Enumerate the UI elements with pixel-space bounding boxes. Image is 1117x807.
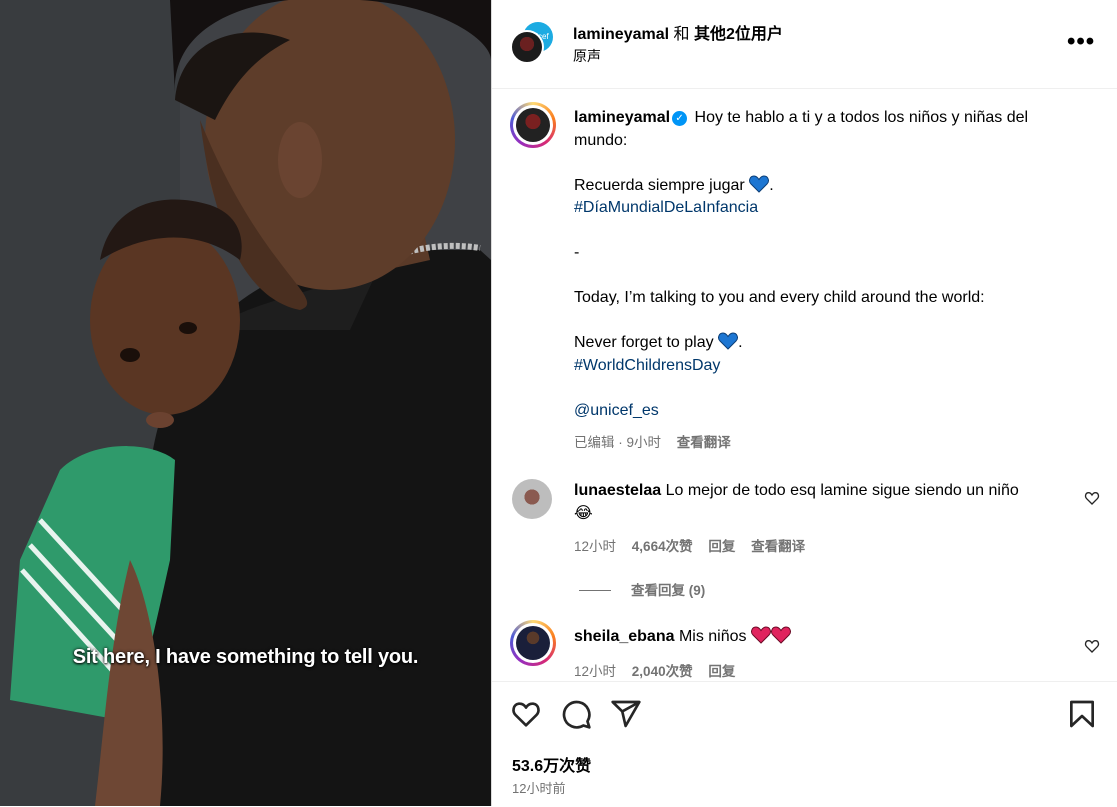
comment-lunaestelaa: lunaestelaa Lo mejor de todo esq lamine … [574,480,1074,525]
post-timestamp[interactable]: 12小时前 [512,778,565,797]
like-heart-icon[interactable] [510,698,542,730]
replies-divider-line [579,590,611,591]
comment-time: 12小时 [574,664,617,679]
comment-avatar-lunaestelaa[interactable] [512,479,552,519]
comment-text: Lo mejor de todo esq lamine sigue siendo… [665,482,1019,499]
video-frame-illustration [0,0,491,806]
header-with-text: 和 [673,26,690,43]
save-bookmark-icon[interactable] [1066,698,1098,730]
hashtag-world-childrens-day[interactable]: #WorldChildrensDay [574,355,1074,378]
red-heart-icon [771,626,791,644]
comment-likes[interactable]: 4,664次赞 [632,539,693,554]
verified-badge-icon: ✓ [672,111,688,126]
post-caption: lamineyamal ✓ Hoy te hablo a ti y a todos… [574,107,1074,422]
author-avatar-small[interactable] [510,30,544,64]
hashtag-dia-mundial[interactable]: #DíaMundialDeLaInfancia [574,197,1074,220]
comment-like-heart-icon[interactable] [1084,490,1100,506]
comment-translate-link[interactable]: 查看翻译 [751,539,805,554]
comment-like-heart-icon[interactable] [1084,638,1100,654]
view-replies-label: 查看回复 (9) [631,583,706,598]
post-video[interactable]: Sit here, I have something to tell you. [0,0,491,806]
comment-text: Mis niños [678,628,747,645]
blue-heart-icon [718,332,739,350]
caption-meta: 已编辑 · 9小时 查看翻译 [574,431,743,451]
caption-author-link[interactable]: lamineyamal [574,109,670,126]
comments-scroll-area[interactable]: lamineyamal ✓ Hoy te hablo a ti y a todos… [492,89,1117,681]
header-author-link[interactable]: lamineyamal [573,26,669,43]
view-replies-button[interactable]: 查看回复 (9) [579,579,705,599]
caption-line-4: Never forget to play [574,334,714,351]
post-actions-footer: 53.6万次赞 12小时前 [492,681,1117,807]
caption-edited-time: 已编辑 · 9小时 [574,435,662,450]
comment-likes[interactable]: 2,040次赞 [632,664,693,679]
post-like-count[interactable]: 53.6万次赞 [512,752,591,776]
comment-bubble-icon[interactable] [560,698,592,730]
post-header: unicef lamineyamal 和 其他2位用户 原声 ••• [492,0,1117,89]
comment-sheila-ebana: sheila_ebana Mis niños [574,626,1074,649]
comment-reply-button[interactable]: 回复 [708,539,735,554]
comment-emoji: 😂 [574,504,593,522]
mention-unicef-es[interactable]: @unicef_es [574,400,1074,423]
caption-translate-link[interactable]: 查看翻译 [677,435,731,450]
header-others-link[interactable]: 其他2位用户 [694,26,783,43]
post-sidebar: unicef lamineyamal 和 其他2位用户 原声 ••• lamin… [491,0,1117,806]
instagram-post-view: Sit here, I have something to tell you. … [0,0,1117,806]
video-subtitle: Sit here, I have something to tell you. [72,646,419,668]
post-collaborators: lamineyamal 和 其他2位用户 [573,20,783,44]
caption-line-3: Today, I’m talking to you and every chil… [574,289,985,306]
comment-reply-button[interactable]: 回复 [708,664,735,679]
comment-time: 12小时 [574,539,617,554]
comment-author-link[interactable]: lunaestelaa [574,482,661,499]
blue-heart-icon [749,174,770,193]
red-heart-icon [751,626,771,644]
caption-separator: - [574,244,580,261]
author-avatar[interactable] [510,102,556,148]
caption-line-2: Recuerda siempre jugar [574,176,745,194]
more-options-icon[interactable]: ••• [1067,28,1095,56]
comment-avatar-sheila-ebana[interactable] [510,620,556,666]
audio-link[interactable]: 原声 [573,46,601,66]
comment-meta: 12小时 2,040次赞 回复 [574,660,747,680]
share-send-icon[interactable] [610,698,642,730]
comment-meta: 12小时 4,664次赞 回复 查看翻译 [574,535,817,555]
comment-author-link[interactable]: sheila_ebana [574,628,675,645]
